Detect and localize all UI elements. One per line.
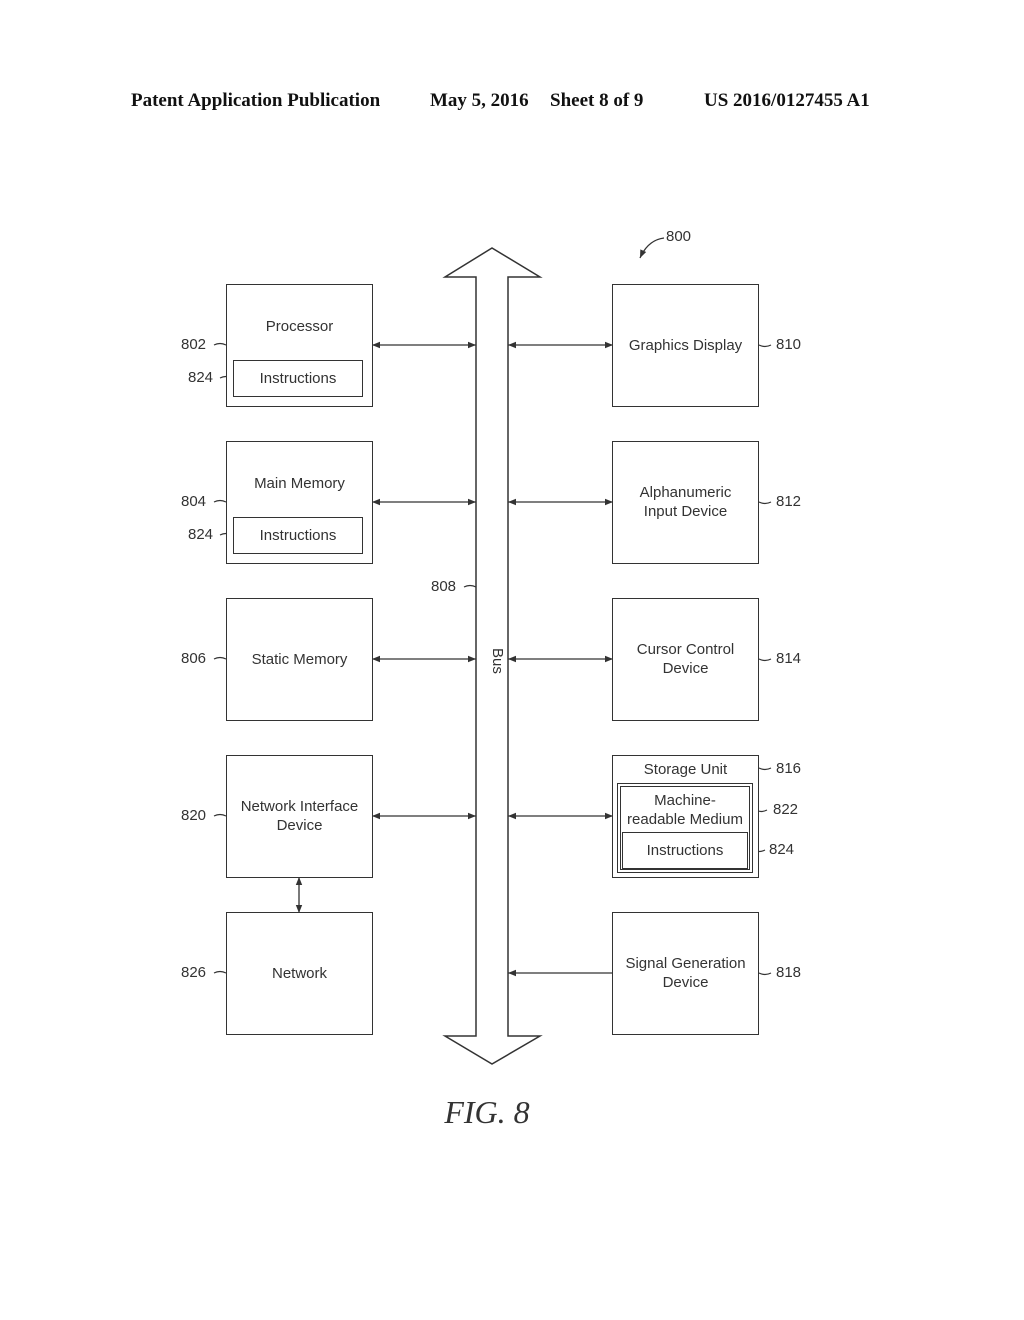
network-interface-ref: 820 xyxy=(181,807,207,824)
figure-ref: 800 xyxy=(666,228,692,245)
storage-instructions-label: Instructions xyxy=(646,842,724,859)
bus-ref: 808 xyxy=(431,578,457,595)
processor-instructions-ref: 824 xyxy=(188,369,214,386)
cursor-control-ref: 814 xyxy=(776,650,802,667)
graphics-display-label: Graphics Display xyxy=(628,337,743,354)
alphanumeric-input-ref: 812 xyxy=(776,493,802,510)
storage-unit-block: Storage Unit Machine- readable Medium In… xyxy=(612,755,759,878)
network-interface-label-line1: Network Interface xyxy=(240,798,359,815)
processor-ref: 802 xyxy=(181,336,207,353)
network-ref: 826 xyxy=(181,964,207,981)
signal-generation-block: Signal Generation Device xyxy=(612,912,759,1035)
alphanumeric-input-block: Alphanumeric Input Device xyxy=(612,441,759,564)
cursor-control-label-line2: Device xyxy=(662,660,709,677)
figure-ref-leader xyxy=(639,237,665,259)
graphics-display-block: Graphics Display xyxy=(612,284,759,407)
processor-instructions-label: Instructions xyxy=(259,370,337,387)
main-memory-block: Main Memory Instructions xyxy=(226,441,373,564)
alphanumeric-input-label-line1: Alphanumeric xyxy=(639,484,732,501)
figure-caption: FIG. 8 xyxy=(444,1094,530,1130)
processor-label: Processor xyxy=(265,318,334,335)
static-memory-ref: 806 xyxy=(181,650,207,667)
machine-readable-medium-label-line1: Machine- xyxy=(654,792,716,809)
network-label: Network xyxy=(271,965,327,982)
main-memory-label: Main Memory xyxy=(254,475,345,492)
static-memory-block: Static Memory xyxy=(226,598,373,721)
machine-readable-medium-ref: 822 xyxy=(773,801,799,818)
signal-generation-label-line1: Signal Generation xyxy=(625,955,746,972)
signal-generation-ref: 818 xyxy=(776,964,802,981)
storage-unit-label: Storage Unit xyxy=(643,761,728,778)
network-interface-block: Network Interface Device xyxy=(226,755,373,878)
signal-generation-label-line2: Device xyxy=(662,974,709,991)
graphics-display-ref: 810 xyxy=(776,336,802,353)
storage-instructions-ref: 824 xyxy=(769,841,795,858)
storage-unit-ref: 816 xyxy=(776,760,802,777)
machine-readable-medium-block: Machine- readable Medium Instructions xyxy=(617,783,753,873)
main-memory-instructions-block: Instructions xyxy=(233,517,363,554)
processor-instructions-block: Instructions xyxy=(233,360,363,397)
storage-instructions-block: Instructions xyxy=(622,832,748,869)
static-memory-label: Static Memory xyxy=(251,651,348,668)
processor-block: Processor Instructions xyxy=(226,284,373,407)
cursor-control-label-line1: Cursor Control xyxy=(636,641,735,658)
network-interface-label-line2: Device xyxy=(276,817,323,834)
network-block: Network xyxy=(226,912,373,1035)
machine-readable-medium-label-line2: readable Medium xyxy=(627,811,743,828)
bus-label: Bus xyxy=(489,648,506,674)
cursor-control-block: Cursor Control Device xyxy=(612,598,759,721)
alphanumeric-input-label-line2: Input Device xyxy=(643,503,728,520)
main-memory-instructions-ref: 824 xyxy=(188,526,214,543)
main-memory-instructions-label: Instructions xyxy=(259,527,337,544)
main-memory-ref: 804 xyxy=(181,493,207,510)
